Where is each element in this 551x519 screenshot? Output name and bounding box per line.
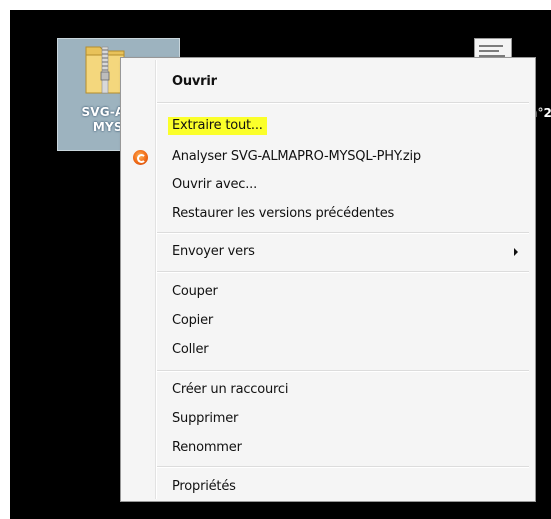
menu-separator xyxy=(157,271,529,273)
menu-item-renommer[interactable]: Renommer xyxy=(124,436,532,461)
menu-item-label: Coller xyxy=(172,342,209,357)
menu-item-label: Propriétés xyxy=(172,479,236,494)
menu-separator xyxy=(157,232,529,234)
menu-item-copier[interactable]: Copier xyxy=(124,309,532,334)
menu-item-label: Envoyer vers xyxy=(172,244,255,259)
menu-item-analyser[interactable]: Analyser SVG-ALMAPRO-MYSQL-PHY.zip xyxy=(124,145,532,170)
menu-item-supprimer[interactable]: Supprimer xyxy=(124,407,532,432)
menu-item-label: Analyser SVG-ALMAPRO-MYSQL-PHY.zip xyxy=(172,149,421,164)
context-menu: Ouvrir Extraire tout... Analyser SVG-ALM… xyxy=(120,57,536,502)
menu-item-ouvrir[interactable]: Ouvrir xyxy=(124,70,532,95)
menu-item-envoyer-vers[interactable]: Envoyer vers xyxy=(124,240,532,265)
menu-item-extraire-tout[interactable]: Extraire tout... xyxy=(124,115,532,140)
menu-separator xyxy=(157,466,529,468)
menu-item-label: Créer un raccourci xyxy=(172,382,289,397)
menu-item-coller[interactable]: Coller xyxy=(124,338,532,363)
menu-item-restaurer-versions[interactable]: Restaurer les versions précédentes xyxy=(124,202,532,227)
antivirus-scan-icon xyxy=(133,150,148,165)
menu-item-label: Ouvrir avec... xyxy=(172,177,258,192)
menu-item-proprietes[interactable]: Propriétés xyxy=(124,475,532,500)
submenu-arrow-icon xyxy=(514,248,518,256)
menu-item-label: Restaurer les versions précédentes xyxy=(172,206,395,221)
menu-separator xyxy=(157,370,529,372)
menu-item-label: Extraire tout... xyxy=(168,117,267,135)
menu-item-creer-raccourci[interactable]: Créer un raccourci xyxy=(124,378,532,403)
menu-item-label: Couper xyxy=(172,284,218,299)
menu-item-label: Renommer xyxy=(172,440,242,455)
menu-item-ouvrir-avec[interactable]: Ouvrir avec... xyxy=(124,173,532,198)
menu-item-couper[interactable]: Couper xyxy=(124,280,532,305)
menu-separator xyxy=(157,102,529,104)
desktop: SVG-ALM MYSQ n°2 Ouvrir Extraire tout...… xyxy=(10,10,551,519)
menu-item-label: Copier xyxy=(172,313,214,328)
menu-item-label: Ouvrir xyxy=(172,74,217,89)
menu-item-label: Supprimer xyxy=(172,411,239,426)
